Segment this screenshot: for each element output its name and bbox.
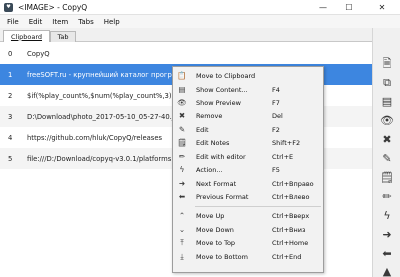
menu-move-to-top[interactable]: ⤒ Move to Top Ctrl+Home <box>173 237 323 248</box>
action-icon: ϟ <box>179 164 185 174</box>
menu-item-shortcut: F2 <box>272 125 280 134</box>
next-format-icon: ➜ <box>178 178 186 188</box>
menu-edit-notes[interactable]: 🗒 Edit Notes Shift+F2 <box>173 137 323 148</box>
menu-move-to-bottom[interactable]: ⤓ Move to Bottom Ctrl+End <box>173 251 323 262</box>
menu-item-shortcut: Shift+F2 <box>272 138 301 147</box>
move-up-icon: ⌃ <box>178 210 186 220</box>
menu-remove[interactable]: ✖ Remove Del <box>173 110 323 121</box>
menu-item[interactable]: Item <box>47 18 73 26</box>
tab-tab[interactable]: Tab <box>50 31 76 42</box>
item-text: CopyQ <box>27 49 50 58</box>
clipboard-icon: 📋 <box>177 70 187 80</box>
menu-item-shortcut: Ctrl+Home <box>272 238 309 247</box>
context-menu: 📋 Move to Clipboard ▤ Show Content... F4… <box>172 66 324 273</box>
item-text: file:///D:/Download/copyq-v3.0.1/platfor… <box>27 154 172 163</box>
menu-item-label: Remove <box>196 111 223 120</box>
menu-action[interactable]: ϟ Action... F5 <box>173 164 323 175</box>
item-number: 5 <box>8 154 13 163</box>
edit-with-editor-icon[interactable]: ✏ <box>379 189 395 204</box>
list-item[interactable]: 0 CopyQ <box>0 43 372 64</box>
item-number: 3 <box>8 112 13 121</box>
menu-show-content[interactable]: ▤ Show Content... F4 <box>173 84 323 95</box>
tab-clipboard[interactable]: Clipboard <box>3 30 50 42</box>
menu-item-label: Show Content... <box>196 85 248 94</box>
menu-separator <box>195 206 321 207</box>
edit-notes-icon: 🗒 <box>177 137 187 147</box>
edit-icon[interactable]: ✎ <box>379 151 395 166</box>
item-number: 2 <box>8 91 13 100</box>
copy-icon[interactable]: ⧉ <box>379 75 395 90</box>
edit-icon: ✎ <box>178 124 186 134</box>
menu-item-shortcut: Ctrl+Вправо <box>272 179 314 188</box>
remove-icon[interactable]: ✖ <box>379 132 395 147</box>
previous-format-icon[interactable]: ⬅ <box>379 246 395 261</box>
item-number: 1 <box>8 70 13 79</box>
window-title: <IMAGE> - CopyQ <box>18 2 88 12</box>
menu-item-label: Show Preview <box>196 98 241 107</box>
menu-tabs[interactable]: Tabs <box>73 18 99 26</box>
item-text: https://github.com/hluk/CopyQ/releases <box>27 133 163 142</box>
edit-with-editor-icon: ✏ <box>178 151 186 161</box>
preview-icon: 👁 <box>177 97 187 107</box>
title-bar: ♥ <IMAGE> - CopyQ — ☐ ✕ <box>0 0 400 15</box>
tab-bar: Clipboard Tab <box>0 28 372 42</box>
move-up-icon[interactable]: ▲ <box>379 264 395 277</box>
close-button[interactable]: ✕ <box>364 0 400 15</box>
menu-next-format[interactable]: ➜ Next Format Ctrl+Вправо <box>173 178 323 189</box>
menu-help[interactable]: Help <box>99 18 125 26</box>
move-to-bottom-icon: ⤓ <box>180 251 184 261</box>
minimize-button[interactable]: — <box>312 0 334 15</box>
item-number: 0 <box>8 49 13 58</box>
menu-item-shortcut: F7 <box>272 98 280 107</box>
menu-item-label: Move Down <box>196 225 234 234</box>
menu-item-label: Previous Format <box>196 192 249 201</box>
menu-item-label: Next Format <box>196 179 237 188</box>
menu-item-label: Edit with editor <box>196 152 246 161</box>
item-text: D:\Download\photo_2017-05-10_05-27-40.jp… <box>27 112 187 121</box>
move-down-icon: ⌄ <box>178 224 186 234</box>
item-number: 4 <box>8 133 13 142</box>
menu-item-shortcut: Ctrl+Вверх <box>272 211 310 220</box>
maximize-button[interactable]: ☐ <box>338 0 360 15</box>
menu-item-label: Move to Bottom <box>196 252 248 261</box>
item-text: freeSOFT.ru - крупнейший каталог програм… <box>27 70 187 79</box>
menu-move-up[interactable]: ⌃ Move Up Ctrl+Вверх <box>173 210 323 221</box>
show-content-icon[interactable]: ▤ <box>379 94 395 109</box>
menu-item-shortcut: F5 <box>272 165 280 174</box>
menu-item-shortcut: F4 <box>272 85 280 94</box>
action-icon[interactable]: ϟ <box>379 208 395 223</box>
previous-format-icon: ⬅ <box>178 191 186 201</box>
new-item-icon[interactable]: 🗎 <box>379 56 395 71</box>
menu-item-label: Edit <box>196 125 209 134</box>
next-format-icon[interactable]: ➜ <box>379 227 395 242</box>
menu-item-label: Move Up <box>196 211 225 220</box>
menu-item-label: Action... <box>196 165 223 174</box>
menu-item-shortcut: Ctrl+Вниз <box>272 225 306 234</box>
menu-edit[interactable]: ✎ Edit F2 <box>173 124 323 135</box>
show-content-icon: ▤ <box>178 84 186 94</box>
menu-item-shortcut: Ctrl+E <box>272 152 294 161</box>
app-icon: ♥ <box>4 2 13 12</box>
menu-show-preview[interactable]: 👁 Show Preview F7 <box>173 97 323 108</box>
tab-label: Clipboard <box>10 32 43 41</box>
menu-item-label: Move to Clipboard <box>196 71 256 80</box>
menu-edit[interactable]: Edit <box>24 18 48 26</box>
menu-move-down[interactable]: ⌄ Move Down Ctrl+Вниз <box>173 224 323 235</box>
menu-file[interactable]: File <box>0 18 24 26</box>
tab-label: Tab <box>57 33 69 41</box>
menu-move-to-clipboard[interactable]: 📋 Move to Clipboard <box>173 70 323 81</box>
menu-item-label: Move to Top <box>196 238 236 247</box>
edit-notes-icon[interactable]: 🗒 <box>379 170 395 185</box>
menu-item-label: Edit Notes <box>196 138 230 147</box>
preview-icon[interactable]: 👁 <box>379 113 395 128</box>
menu-item-shortcut: Del <box>272 111 283 120</box>
menu-previous-format[interactable]: ⬅ Previous Format Ctrl+Влево <box>173 191 323 202</box>
menu-edit-with-editor[interactable]: ✏ Edit with editor Ctrl+E <box>173 151 323 162</box>
menu-item-shortcut: Ctrl+End <box>272 252 302 261</box>
move-to-top-icon: ⤒ <box>180 237 184 247</box>
menu-bar: File Edit Item Tabs Help <box>0 15 400 28</box>
remove-icon: ✖ <box>178 110 186 120</box>
item-toolbar: 🗎 ⧉ ▤ 👁 ✖ ✎ 🗒 ✏ ϟ ➜ ⬅ ▲ <box>372 28 400 277</box>
menu-item-shortcut: Ctrl+Влево <box>272 192 310 201</box>
